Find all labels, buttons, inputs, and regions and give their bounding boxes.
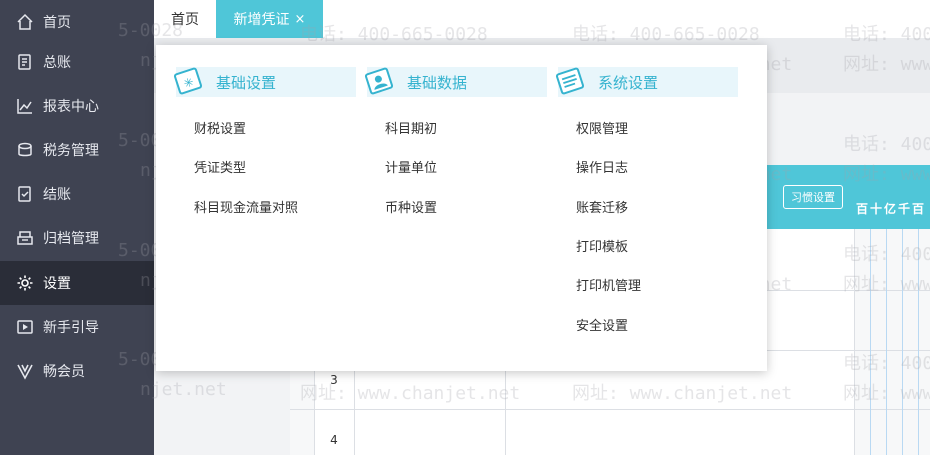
habit-settings-button[interactable]: 习惯设置 [783,185,843,209]
sidebar-item-label: 首页 [43,15,71,31]
archive-icon [15,228,35,248]
sidebar-item-label: 税务管理 [43,143,99,159]
menu-item-print-template[interactable]: 打印模板 [576,236,628,255]
menu-column-header: 系统设置 [555,67,738,97]
sidebar-item-guide[interactable]: 新手引导 [0,305,154,349]
gear-icon [15,273,35,293]
menu-column-title: 基础设置 [216,74,277,92]
tab-bar: 首页 新增凭证 × [154,0,930,38]
basic-settings-icon: ✳ [170,64,206,98]
table-row-divider [290,409,930,410]
menu-item-tax-settings[interactable]: 财税设置 [194,118,246,137]
home-icon [15,12,35,32]
menu-item-opening-balance[interactable]: 科目期初 [385,118,437,137]
sidebar-item-label: 结账 [43,187,71,203]
amount-digit-header: 百十亿千百 [856,202,927,216]
sidebar-item-home[interactable]: 首页 [0,0,154,44]
sidebar-item-label: 总账 [43,55,71,71]
menu-item-security-settings[interactable]: 安全设置 [576,315,628,334]
menu-item-permissions[interactable]: 权限管理 [576,118,628,137]
menu-column-title: 基础数据 [407,74,468,92]
menu-column-header: ✳ 基础设置 [173,67,356,97]
tab-new-voucher-label: 新增凭证 [233,12,290,28]
settings-dropdown-menu: ✳ 基础设置 财税设置 凭证类型 科目现金流量对照 基础数据 科目期初 计量单位… [156,45,767,371]
table-col-divider [854,229,855,455]
digit-col-divider [886,229,887,455]
menu-item-operation-log[interactable]: 操作日志 [576,157,628,176]
sidebar-item-label: 归档管理 [43,231,99,247]
ledger-icon [15,52,35,72]
sidebar-item-archive[interactable]: 归档管理 [0,216,154,260]
member-v-icon [15,361,35,381]
sidebar-item-label: 报表中心 [43,99,99,115]
tab-home[interactable]: 首页 [154,0,216,38]
tab-home-label: 首页 [171,12,199,28]
menu-item-voucher-type[interactable]: 凭证类型 [194,157,246,176]
digit-col-divider [902,229,903,455]
menu-item-currency-settings[interactable]: 币种设置 [385,197,437,216]
sidebar: 首页 总账 报表中心 税务管理 结账 归档管理 设置 新手引导 畅会员 [0,0,154,455]
menu-item-unit-of-measure[interactable]: 计量单位 [385,157,437,176]
close-icon[interactable]: × [295,12,306,27]
sidebar-item-checkout[interactable]: 结账 [0,172,154,216]
digit-col-divider [918,229,919,455]
system-settings-icon [552,64,588,98]
sidebar-item-reports[interactable]: 报表中心 [0,84,154,128]
sidebar-item-label: 设置 [43,276,71,292]
digit-col-divider [870,229,871,455]
table-row-number: 4 [330,433,338,447]
sidebar-item-label: 新手引导 [43,320,99,336]
sidebar-item-member[interactable]: 畅会员 [0,349,154,393]
sidebar-item-label: 畅会员 [43,364,85,380]
table-row-number: 3 [330,373,338,387]
checkout-icon [15,184,35,204]
sidebar-item-ledger[interactable]: 总账 [0,40,154,84]
coins-icon [15,140,35,160]
menu-column-title: 系统设置 [598,74,659,92]
play-guide-icon [15,317,35,337]
menu-column-header: 基础数据 [364,67,547,97]
sidebar-item-tax[interactable]: 税务管理 [0,128,154,172]
menu-item-printer-management[interactable]: 打印机管理 [576,275,641,294]
basic-data-icon [361,64,397,98]
menu-item-cashflow-mapping[interactable]: 科目现金流量对照 [194,197,298,216]
sidebar-item-settings[interactable]: 设置 [0,261,154,305]
tab-new-voucher[interactable]: 新增凭证 × [216,0,323,38]
chart-icon [15,96,35,116]
menu-item-account-migration[interactable]: 账套迁移 [576,197,628,216]
